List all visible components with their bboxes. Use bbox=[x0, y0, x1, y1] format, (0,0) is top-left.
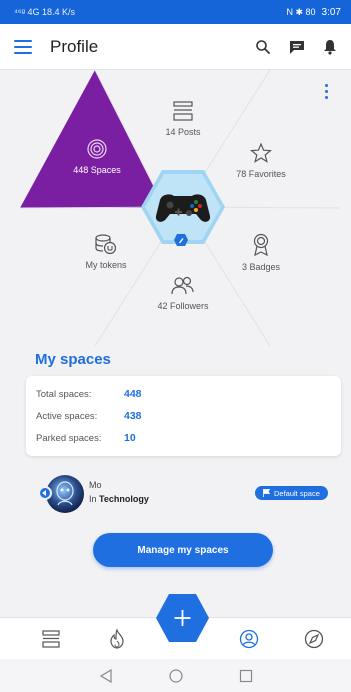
users-icon bbox=[171, 276, 194, 295]
status-icons: N ✱ 80 bbox=[286, 6, 316, 17]
stat-followers[interactable]: 42 Followers bbox=[138, 276, 228, 311]
tokens-label: My tokens bbox=[85, 260, 127, 270]
posts-label: 14 Posts bbox=[165, 127, 201, 137]
back-icon[interactable] bbox=[99, 668, 113, 683]
system-nav-bar bbox=[0, 659, 351, 692]
space-type-icon bbox=[38, 486, 52, 500]
target-icon bbox=[87, 139, 107, 159]
total-spaces-value: 448 bbox=[124, 388, 142, 400]
spaces-label: 448 Spaces bbox=[73, 165, 121, 175]
spaces-summary-card: Total spaces: 448 Active spaces: 438 Par… bbox=[26, 376, 341, 456]
app-bar: Profile bbox=[0, 24, 351, 70]
space-category: In Technology bbox=[89, 494, 149, 504]
home-icon[interactable] bbox=[168, 668, 183, 683]
coins-icon bbox=[95, 234, 117, 255]
badges-label: 3 Badges bbox=[241, 262, 281, 272]
parked-spaces-label: Parked spaces: bbox=[36, 432, 102, 444]
chat-icon[interactable] bbox=[289, 39, 305, 55]
stat-favorites[interactable]: 78 Favorites bbox=[216, 142, 306, 179]
profile-hex-area: 14 Posts 448 Spaces 78 Favorites My toke… bbox=[0, 70, 351, 346]
fire-icon[interactable] bbox=[106, 628, 128, 650]
my-spaces-title: My spaces bbox=[35, 351, 111, 368]
search-icon[interactable] bbox=[255, 39, 271, 55]
spaces-row-parked: Parked spaces: 10 bbox=[36, 427, 331, 449]
recents-icon[interactable] bbox=[239, 669, 253, 683]
status-time: 3:07 bbox=[321, 6, 341, 18]
menu-icon[interactable] bbox=[14, 39, 32, 54]
edit-avatar-icon[interactable] bbox=[174, 234, 188, 246]
active-spaces-value: 438 bbox=[124, 410, 142, 422]
page-title: Profile bbox=[50, 36, 99, 56]
status-bar: ⁴⁶ᵍ 4G 18.4 K/s N ✱ 80 3:07 bbox=[0, 0, 351, 24]
profile-icon[interactable] bbox=[238, 628, 260, 650]
posts-icon bbox=[173, 101, 193, 121]
space-name: Mo bbox=[89, 480, 102, 490]
active-spaces-label: Active spaces: bbox=[36, 410, 98, 422]
default-space-badge: Default space bbox=[255, 486, 328, 500]
total-spaces-label: Total spaces: bbox=[36, 388, 92, 400]
status-signal: ⁴⁶ᵍ 4G 18.4 K/s bbox=[14, 7, 75, 17]
spaces-row-active: Active spaces: 438 bbox=[36, 405, 331, 427]
spaces-row-total: Total spaces: 448 bbox=[36, 383, 331, 405]
bell-icon[interactable] bbox=[323, 39, 337, 55]
manage-spaces-button[interactable]: Manage my spaces bbox=[93, 533, 273, 567]
award-icon bbox=[253, 233, 269, 257]
stat-posts[interactable]: 14 Posts bbox=[138, 100, 228, 137]
stat-spaces[interactable]: 448 Spaces bbox=[52, 138, 142, 175]
followers-label: 42 Followers bbox=[157, 301, 209, 311]
stat-badges[interactable]: 3 Badges bbox=[216, 233, 306, 272]
more-options-icon[interactable] bbox=[325, 84, 329, 99]
flag-icon bbox=[263, 489, 270, 497]
stat-tokens[interactable]: My tokens bbox=[61, 233, 151, 270]
parked-spaces-value: 10 bbox=[124, 432, 136, 444]
favorites-label: 78 Favorites bbox=[236, 169, 286, 179]
add-icon[interactable] bbox=[155, 592, 210, 644]
star-icon bbox=[250, 142, 272, 163]
compass-icon[interactable] bbox=[303, 628, 325, 650]
space-list-item[interactable]: Mo In Technology Default space bbox=[26, 470, 341, 520]
feed-icon[interactable] bbox=[40, 628, 62, 650]
